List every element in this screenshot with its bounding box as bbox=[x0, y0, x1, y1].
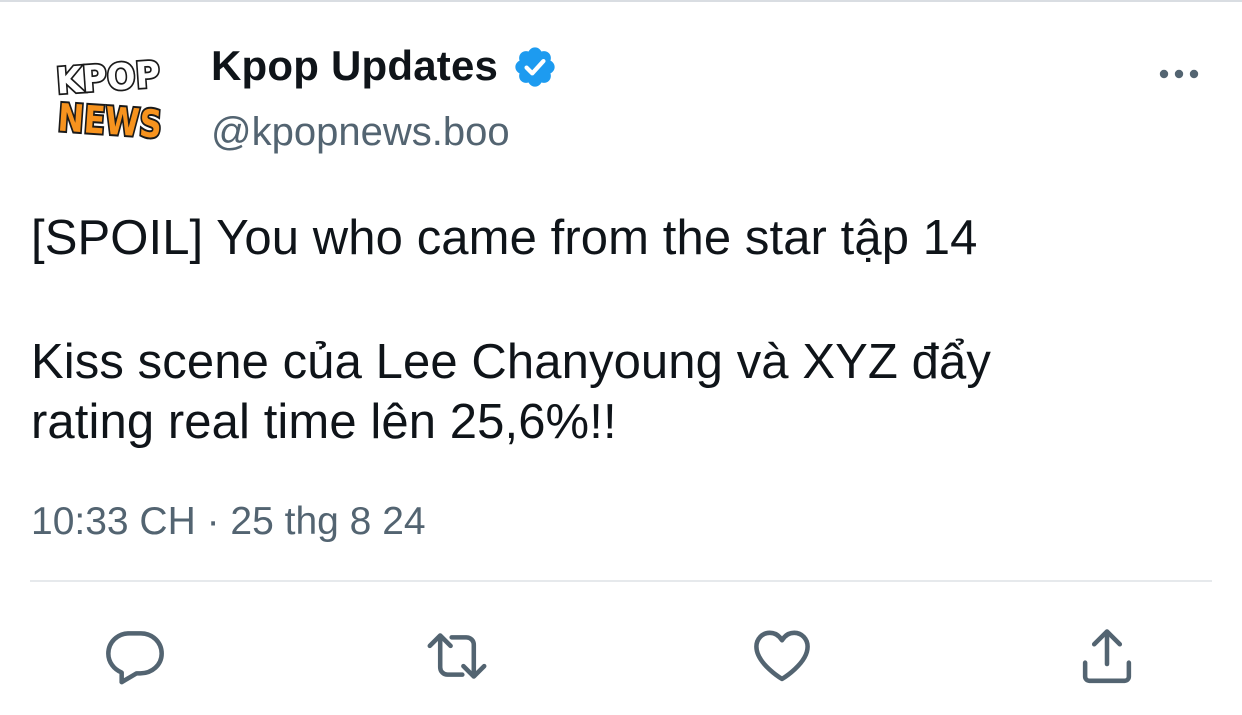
like-icon[interactable] bbox=[750, 624, 814, 688]
kpop-news-avatar[interactable]: KPOP NEWS bbox=[40, 48, 178, 158]
top-border bbox=[0, 0, 1242, 2]
more-horizontal-icon[interactable] bbox=[1158, 64, 1202, 84]
avatar-text-bottom: NEWS bbox=[56, 95, 163, 146]
display-name[interactable]: Kpop Updates bbox=[211, 40, 498, 92]
divider bbox=[30, 580, 1212, 582]
tweet-line-3: rating real time lên 25,6%!! bbox=[31, 395, 617, 449]
retweet-icon[interactable] bbox=[425, 624, 489, 688]
reply-icon[interactable] bbox=[103, 624, 167, 688]
verified-badge-icon bbox=[515, 47, 555, 87]
tweet-text: [SPOIL] You who came from the star tập 1… bbox=[31, 208, 1211, 452]
share-icon[interactable] bbox=[1075, 624, 1139, 688]
tweet-line-2: Kiss scene của Lee Chanyoung và XYZ đẩy bbox=[31, 335, 991, 389]
account-handle[interactable]: @kpopnews.boo bbox=[211, 106, 510, 158]
tweet-timestamp[interactable]: 10:33 CH · 25 thg 8 24 bbox=[31, 496, 426, 548]
tweet-line-1: [SPOIL] You who came from the star tập 1… bbox=[31, 211, 978, 265]
